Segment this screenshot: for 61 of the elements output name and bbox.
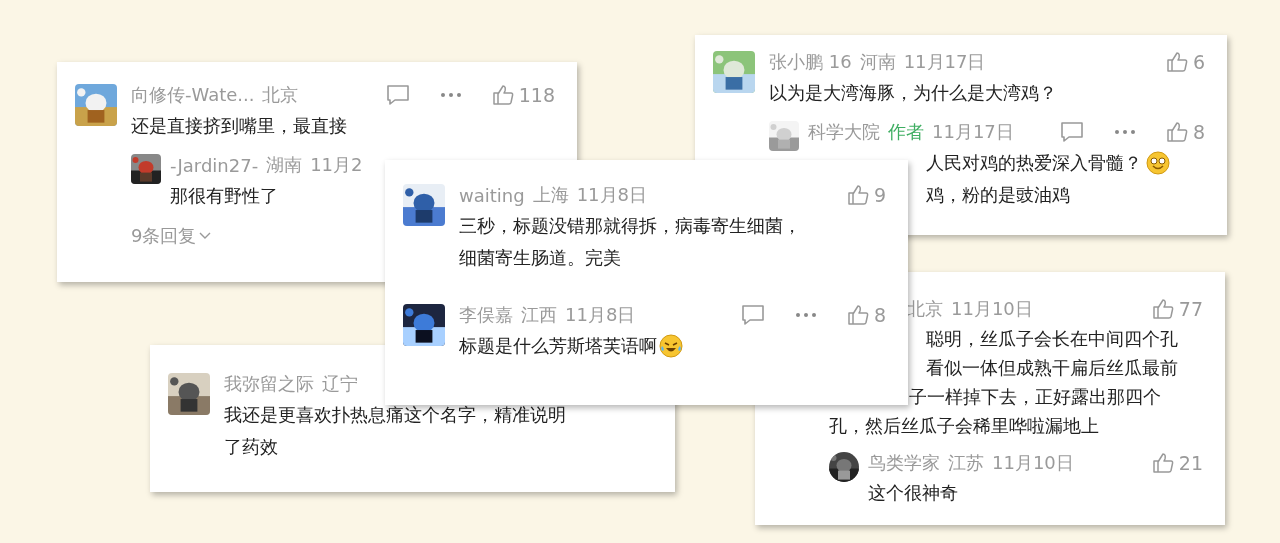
username[interactable]: 向修传-Wate... [131,83,255,107]
comment-text: 聪明，丝瓜子会长在中间四个孔 [926,327,1178,351]
date: 11月8日 [576,183,647,207]
more-icon [439,92,462,98]
thumbs-up-icon [1165,121,1188,143]
location: 湖南 [266,153,303,177]
like-button[interactable]: 118 [469,84,555,106]
comment-text: 这个很神奇 [868,481,958,505]
comment-text: 子一样掉下去，正好露出那四个 [909,385,1161,409]
location: 北京 [262,83,299,107]
comment-text: 还是直接挤到嘴里，最直接 [131,114,347,138]
more-replies-link[interactable]: 9条回复 [131,224,212,248]
comment-text: 孔，然后丝瓜子会稀里哗啦漏地上 [829,414,1099,438]
comment-text: 以为是大湾海豚，为什么是大湾鸡？ [769,81,1057,105]
location: 北京 [907,297,943,321]
author-tag: 作者 [888,120,924,144]
like-button[interactable]: 8 [824,304,886,326]
caret-icon [199,232,212,240]
comment-text: 了药效 [224,435,278,459]
thumbs-up-icon [846,304,869,326]
username[interactable]: 科学大院 [808,120,880,144]
comment-icon [740,304,765,326]
comment-text: 看似一体但成熟干扁后丝瓜最前 [926,356,1178,380]
thumbs-up-icon [491,84,514,106]
username[interactable]: 鸟类学家 [868,451,940,475]
date: 11月10日 [992,451,1074,475]
more-icon [794,312,817,318]
like-button[interactable]: 21 [1129,452,1203,474]
location: 上海 [532,183,569,207]
comment-icon [1059,121,1084,143]
location: 江苏 [948,451,984,475]
date: 11月17日 [903,50,986,74]
comment-text: 人民对鸡的热爱深入骨髓？ [926,151,1142,175]
thumbs-up-icon [1165,51,1188,73]
comment-text: 我还是更喜欢扑热息痛这个名字，精准说明 [224,403,566,427]
username[interactable]: -Jardin27- [170,154,259,176]
comment-icon [385,84,410,106]
like-button[interactable]: 6 [1143,51,1205,73]
comment-text: 细菌寄生肠道。完美 [459,246,621,270]
like-button[interactable]: 8 [1143,121,1205,143]
thumbs-up-icon [846,184,869,206]
date: 11月8日 [565,303,636,327]
like-button[interactable]: 77 [1129,298,1203,320]
date: 11月2 [310,153,363,177]
location: 河南 [859,50,896,74]
username[interactable]: 李俣嘉 [459,303,513,327]
location: 江西 [521,303,557,327]
thumbs-up-icon [1151,298,1174,320]
like-button[interactable]: 9 [824,184,886,206]
username[interactable]: 张小鹏 16 [769,50,852,74]
more-icon [1113,129,1136,135]
username[interactable]: waiting [459,184,525,206]
date: 11月17日 [932,120,1014,144]
username[interactable]: 我弥留之际 [224,372,314,396]
comment-text: 标题是什么芳斯塔芙语啊 [459,334,657,358]
location: 辽宁 [322,372,358,396]
thumbs-up-icon [1151,452,1174,474]
comment-text: 那很有野性了 [170,184,278,208]
date: 11月10日 [951,297,1033,321]
comment-text: 鸡，粉的是豉油鸡 [926,183,1070,207]
comment-text: 三秒，标题没错那就得拆，病毒寄生细菌， [459,214,801,238]
